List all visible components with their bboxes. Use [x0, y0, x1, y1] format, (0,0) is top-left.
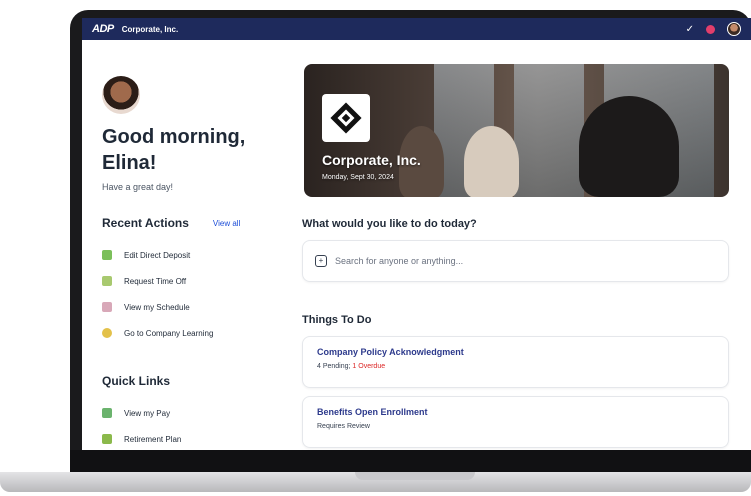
schedule-icon	[102, 302, 112, 312]
quick-links-list: View my Pay Retirement Plan	[102, 400, 282, 450]
top-app-bar: ADP Corporate, Inc. ✓	[82, 18, 751, 40]
quick-link-view-pay[interactable]: View my Pay	[102, 400, 282, 426]
recent-actions-header: Recent Actions View all	[102, 216, 282, 230]
user-avatar	[102, 76, 140, 114]
hero-banner: Corporate, Inc. Monday, Sept 30, 2024	[304, 64, 729, 197]
things-to-do-title: Things To Do	[302, 314, 372, 326]
diamond-logo-icon	[330, 102, 362, 134]
quick-links-header: Quick Links	[102, 374, 282, 388]
left-column: Good morning, Elina! Have a great day! R…	[102, 76, 282, 450]
todo-card-policy[interactable]: Company Policy Acknowledgment 4 Pending;…	[302, 336, 729, 388]
laptop-notch	[355, 472, 475, 480]
greeting-line-1: Good morning,	[102, 126, 246, 148]
search-input[interactable]	[335, 256, 695, 266]
quick-links-title: Quick Links	[102, 374, 171, 388]
list-item-label: Go to Company Learning	[124, 328, 214, 338]
adp-logo[interactable]: ADP	[92, 23, 114, 35]
calendar-icon	[102, 276, 112, 286]
check-icon[interactable]: ✓	[686, 24, 694, 35]
company-logo	[322, 94, 370, 142]
search-question: What would you like to do today?	[302, 218, 477, 230]
profile-avatar[interactable]	[727, 22, 741, 36]
quick-link-retirement-plan[interactable]: Retirement Plan	[102, 426, 282, 450]
hero-person-3	[579, 96, 679, 197]
list-item-label: Edit Direct Deposit	[124, 250, 191, 260]
hero-company-name: Corporate, Inc.	[322, 152, 421, 168]
recent-action-company-learning[interactable]: Go to Company Learning	[102, 320, 282, 346]
todo-card-title: Company Policy Acknowledgment	[317, 347, 464, 357]
list-item-label: View my Pay	[124, 408, 171, 418]
todo-card-title: Benefits Open Enrollment	[317, 407, 428, 417]
view-all-link[interactable]: View all	[213, 219, 240, 228]
greeting: Good morning, Elina!	[102, 124, 282, 176]
recent-action-edit-direct-deposit[interactable]: Edit Direct Deposit	[102, 242, 282, 268]
retirement-icon	[102, 434, 112, 444]
greeting-line-2: Elina!	[102, 152, 157, 174]
search-box[interactable]: +	[302, 240, 729, 282]
todo-card-status: 4 Pending; 1 Overdue	[317, 363, 714, 370]
pending-count: 4 Pending;	[317, 363, 353, 370]
hero-date: Monday, Sept 30, 2024	[322, 174, 394, 181]
todo-card-benefits[interactable]: Benefits Open Enrollment Requires Review	[302, 396, 729, 448]
list-item-label: View my Schedule	[124, 302, 190, 312]
money-icon	[102, 250, 112, 260]
subgreeting: Have a great day!	[102, 182, 174, 192]
list-item-label: Request Time Off	[124, 276, 187, 286]
recent-action-request-time-off[interactable]: Request Time Off	[102, 268, 282, 294]
recent-actions-title: Recent Actions	[102, 216, 189, 230]
learning-icon	[102, 328, 112, 338]
notification-icon[interactable]	[706, 24, 715, 34]
list-item-label: Retirement Plan	[124, 434, 182, 444]
app-screen: ADP Corporate, Inc. ✓ Good morning, Elin…	[82, 18, 751, 450]
topbar-actions: ✓	[686, 22, 741, 36]
pay-icon	[102, 408, 112, 418]
recent-action-view-schedule[interactable]: View my Schedule	[102, 294, 282, 320]
hero-window-2	[514, 64, 584, 197]
laptop-bezel	[70, 450, 751, 472]
recent-actions-list: Edit Direct Deposit Request Time Off Vie…	[102, 242, 282, 346]
search-icon: +	[315, 255, 327, 267]
overdue-count: 1 Overdue	[352, 363, 386, 370]
company-name: Corporate, Inc.	[121, 24, 179, 34]
hero-person-2	[464, 126, 519, 197]
todo-card-status: Requires Review	[317, 423, 370, 430]
